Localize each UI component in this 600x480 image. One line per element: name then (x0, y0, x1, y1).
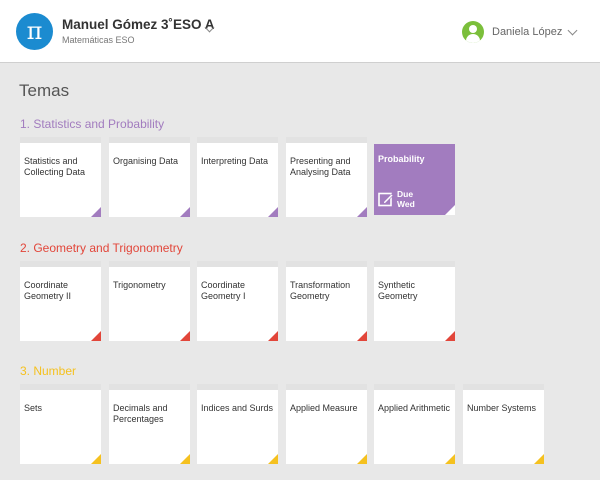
topic-card[interactable]: Interpreting Data (197, 137, 278, 217)
topic-card[interactable]: Applied Measure (286, 384, 367, 464)
card-corner-marker (357, 207, 367, 217)
card-corner-marker (180, 454, 190, 464)
topic-card[interactable]: Decimals and Percentages (109, 384, 190, 464)
topic-progress-bar (286, 261, 301, 267)
topic-progress-bar (109, 137, 154, 143)
topic-progress-bar (463, 384, 504, 390)
topic-card-label: Presenting and Analysing Data (290, 156, 351, 177)
topic-progress-bar (109, 384, 150, 390)
card-corner-marker (445, 331, 455, 341)
topic-card[interactable]: Probability Due Wed (374, 144, 455, 215)
topic-card-label: Applied Measure (290, 403, 358, 413)
card-corner-marker (268, 454, 278, 464)
topic-progress-bar (20, 261, 101, 267)
card-corner-marker (268, 207, 278, 217)
topic-card-label: Trigonometry (113, 280, 166, 290)
card-corner-marker (268, 331, 278, 341)
section-title: 1. Statistics and Probability (20, 117, 165, 131)
card-corner-marker (445, 205, 455, 215)
page-title: Temas (19, 81, 70, 100)
top-bar: π Manuel Gómez 3˚ESO A Matemáticas ESO D… (0, 0, 600, 63)
topic-card-label: Transformation Geometry (290, 280, 351, 301)
course-subtitle: Matemáticas ESO (62, 35, 135, 45)
edit-assignment-icon (378, 192, 394, 207)
topic-card[interactable]: Organising Data (109, 137, 190, 217)
card-corner-marker (534, 454, 544, 464)
card-corner-marker (91, 207, 101, 217)
topic-card-label: Organising Data (113, 156, 179, 166)
topic-card[interactable]: Coordinate Geometry I (197, 261, 278, 341)
course-title[interactable]: Manuel Gómez 3˚ESO A (62, 17, 215, 32)
card-corner-marker (357, 331, 367, 341)
topic-progress-bar (20, 137, 101, 143)
card-corner-marker (91, 454, 101, 464)
topic-card[interactable]: Presenting and Analysing Data (286, 137, 367, 217)
user-chevron-down-icon[interactable] (567, 25, 578, 36)
topic-card-label: Indices and Surds (201, 403, 274, 413)
user-name[interactable]: Daniela López (492, 26, 562, 38)
topic-card[interactable]: Trigonometry (109, 261, 190, 341)
topic-card[interactable]: Applied Arithmetic (374, 384, 455, 464)
topic-card-label: Interpreting Data (201, 156, 269, 166)
topic-card-label: Applied Arithmetic (378, 403, 451, 413)
topic-progress-bar (109, 261, 150, 267)
topic-card-label: Probability (378, 154, 425, 164)
due-date-text: Due Wed (397, 189, 415, 209)
topic-card-label: Synthetic Geometry (378, 280, 418, 301)
user-avatar-icon[interactable] (462, 21, 484, 43)
card-corner-marker (91, 331, 101, 341)
topic-card-label: Coordinate Geometry I (201, 280, 246, 301)
card-corner-marker (445, 454, 455, 464)
topic-progress-bar (197, 261, 207, 267)
section-title: 2. Geometry and Trigonometry (20, 241, 183, 255)
topic-progress-bar (20, 384, 79, 390)
topic-progress-bar (286, 384, 343, 390)
section-title: 3. Number (20, 364, 77, 378)
topic-card-label: Decimals and Percentages (113, 403, 168, 424)
topic-card[interactable]: Synthetic Geometry (374, 261, 455, 341)
pi-logo-icon[interactable]: π (16, 13, 53, 50)
topic-card[interactable]: Sets (20, 384, 101, 464)
card-corner-marker (180, 331, 190, 341)
card-corner-marker (357, 454, 367, 464)
topic-card-label: Statistics and Collecting Data (24, 156, 86, 177)
topic-card[interactable]: Indices and Surds (197, 384, 278, 464)
topic-card[interactable]: Transformation Geometry (286, 261, 367, 341)
topic-card-label: Sets (24, 403, 43, 413)
topic-progress-bar (286, 137, 327, 143)
topic-card-label: Coordinate Geometry II (24, 280, 72, 301)
topic-card[interactable]: Coordinate Geometry II (20, 261, 101, 341)
topic-card[interactable]: Statistics and Collecting Data (20, 137, 101, 217)
card-corner-marker (180, 207, 190, 217)
topic-card[interactable]: Number Systems (463, 384, 544, 464)
topic-card-label: Number Systems (467, 403, 537, 413)
